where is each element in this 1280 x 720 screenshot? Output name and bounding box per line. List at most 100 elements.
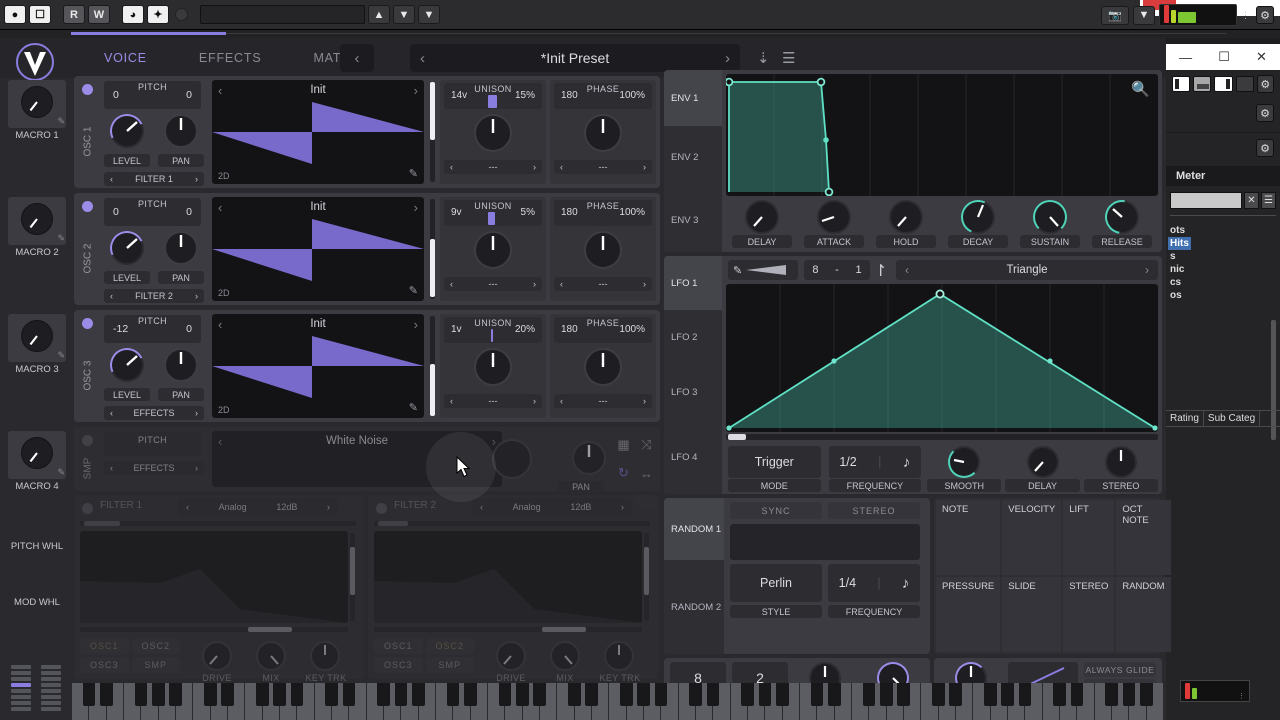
osc-2-dest-next[interactable]: › [195, 291, 198, 301]
lfo-paint-tool[interactable]: ✎ [728, 260, 798, 280]
piano-black-key[interactable] [707, 683, 719, 706]
osc-2-dest-label[interactable]: FILTER 2 [135, 291, 173, 301]
magnifier-icon[interactable]: 🔍 [1131, 80, 1150, 98]
env-decay-knob[interactable] [956, 195, 1000, 239]
lfo-mode-value[interactable]: Trigger [728, 446, 821, 478]
piano-black-key[interactable] [343, 683, 355, 706]
piano-black-key[interactable] [221, 683, 233, 706]
piano-black-key[interactable] [759, 683, 771, 706]
loop-icon[interactable]: ↻ [618, 465, 629, 481]
piano-black-key[interactable] [811, 683, 823, 706]
env-release-knob[interactable] [1098, 193, 1145, 240]
osc-1-tune-value[interactable]: 0 [186, 89, 192, 101]
filter-1-style-next[interactable]: › [327, 502, 330, 512]
up-arrow-icon[interactable]: ▲ [368, 5, 390, 24]
piano-black-key[interactable] [1019, 683, 1031, 706]
piano-black-key[interactable] [377, 683, 389, 706]
piano-black-key[interactable] [585, 683, 597, 706]
env-attack-control[interactable]: ATTACK [798, 200, 870, 248]
piano-black-key[interactable] [1053, 683, 1065, 706]
lfo-tab-3[interactable]: LFO 3 [664, 364, 722, 420]
piano-black-key[interactable] [499, 683, 511, 706]
piano-black-key[interactable] [776, 683, 788, 706]
env-tab-3[interactable]: ENV 3 [664, 188, 722, 252]
paint-icon[interactable]: ✎ [733, 264, 742, 277]
osc-2-unison-mod-prev[interactable]: ‹ [450, 279, 453, 289]
lfo-grid-x[interactable]: 8 [812, 264, 818, 276]
filter-2-src-osc3[interactable]: OSC3 [374, 657, 423, 673]
filter-2-style-prev[interactable]: ‹ [480, 502, 483, 512]
keyboard-icon[interactable]: ▦ [617, 437, 629, 453]
mod-source-velocity[interactable]: VELOCITY [1002, 500, 1061, 575]
osc-3-view-mode[interactable]: 2D [218, 405, 230, 415]
piano-black-key[interactable] [984, 683, 996, 706]
sampler-power-toggle[interactable] [82, 435, 93, 446]
filter-2-style-next[interactable]: › [621, 502, 624, 512]
preset-prev-button[interactable]: ‹ [420, 50, 425, 67]
lfo-stereo-control[interactable]: STEREO [1084, 446, 1158, 492]
camera-icon[interactable]: 📷 [1101, 6, 1129, 25]
gear-icon[interactable]: ⚙ [1257, 75, 1274, 93]
osc-1-power-toggle[interactable] [82, 84, 93, 95]
osc-3-phase-rand[interactable]: 100% [619, 324, 645, 335]
osc-3-tune-value[interactable]: 0 [186, 323, 192, 335]
piano-black-key[interactable] [1071, 683, 1083, 706]
piano-black-key[interactable] [447, 683, 459, 706]
mod-source-note[interactable]: NOTE [936, 500, 1000, 575]
osc-1-unison-knob[interactable] [474, 114, 512, 152]
piano-black-key[interactable] [1001, 683, 1013, 706]
column-header-rating[interactable]: Rating [1166, 411, 1204, 426]
macro-knob[interactable] [21, 437, 53, 469]
virtual-keyboard[interactable] [72, 683, 1164, 720]
metronome-icon[interactable]: ◕ [122, 5, 144, 24]
osc-2-wave-display[interactable]: ‹ Init › 2D ✎ [212, 197, 424, 301]
env-tab-2[interactable]: ENV 2 [664, 126, 722, 188]
glide-button-always-glide[interactable]: ALWAYS GLIDE [1084, 662, 1156, 677]
piano-black-key[interactable] [932, 683, 944, 706]
piano-black-key[interactable] [273, 683, 285, 706]
osc-3-phase-mod-prev[interactable]: ‹ [560, 396, 563, 406]
osc-3-dest-label[interactable]: EFFECTS [133, 408, 174, 418]
piano-black-key[interactable] [949, 683, 961, 706]
filter-1-src-osc1[interactable]: OSC1 [80, 638, 129, 654]
filter-2-response-graph[interactable] [374, 531, 642, 623]
bounce-icon[interactable]: ↔ [640, 466, 653, 481]
pin-icon[interactable]: ✦ [147, 5, 169, 24]
env-tab-1[interactable]: ENV 1 [664, 70, 722, 126]
piano-black-key[interactable] [135, 683, 147, 706]
pencil-icon[interactable]: ✎ [57, 467, 65, 478]
piano-black-key[interactable] [412, 683, 424, 706]
osc-1-dest-next[interactable]: › [195, 174, 198, 184]
piano-black-key[interactable] [83, 683, 95, 706]
filter-2-power-toggle[interactable] [376, 503, 387, 514]
pitch-mod-wheels[interactable] [8, 663, 66, 713]
record-icon[interactable]: ● [4, 5, 26, 24]
osc-1-phase-mod-next[interactable]: › [643, 162, 646, 172]
random-frequency-control[interactable]: 1/4 | ♪ FREQUENCY [828, 564, 920, 618]
osc-2-unison-detune[interactable]: 5% [521, 207, 535, 218]
browser-list-item[interactable]: s [1168, 250, 1278, 263]
pencil-icon[interactable]: ✎ [57, 233, 65, 244]
gear-icon[interactable]: ⚙ [1256, 6, 1274, 24]
filter-1-style[interactable]: Analog [219, 502, 247, 512]
env-decay-control[interactable]: DECAY [942, 200, 1014, 248]
osc-3-phase-knob[interactable] [584, 348, 622, 386]
filter-1-src-smp[interactable]: SMP [132, 657, 181, 673]
close-button[interactable]: ✕ [1256, 49, 1267, 65]
filter-2-resonance-slider[interactable] [374, 627, 642, 632]
osc-2-phase-rand[interactable]: 100% [619, 207, 645, 218]
filter-1-src-osc3[interactable]: OSC3 [80, 657, 129, 673]
env-attack-knob[interactable] [817, 200, 851, 234]
transport-field[interactable] [200, 5, 365, 24]
browser-list-item[interactable]: os [1168, 289, 1278, 302]
nav-tab-effects[interactable]: EFFECTS [173, 51, 288, 65]
mod-source-pressure[interactable]: PRESSURE [936, 577, 1000, 652]
random-style-value[interactable]: Perlin [730, 564, 822, 602]
env-sustain-control[interactable]: SUSTAIN [1014, 200, 1086, 248]
filter-1-style-prev[interactable]: ‹ [186, 502, 189, 512]
sampler-dest-prev[interactable]: ‹ [110, 463, 113, 473]
osc-2-wave-scroll[interactable] [430, 199, 435, 299]
piano-black-key[interactable] [100, 683, 112, 706]
nav-collapse-button[interactable]: ‹ [340, 44, 374, 72]
lfo-graph[interactable] [726, 284, 1158, 432]
